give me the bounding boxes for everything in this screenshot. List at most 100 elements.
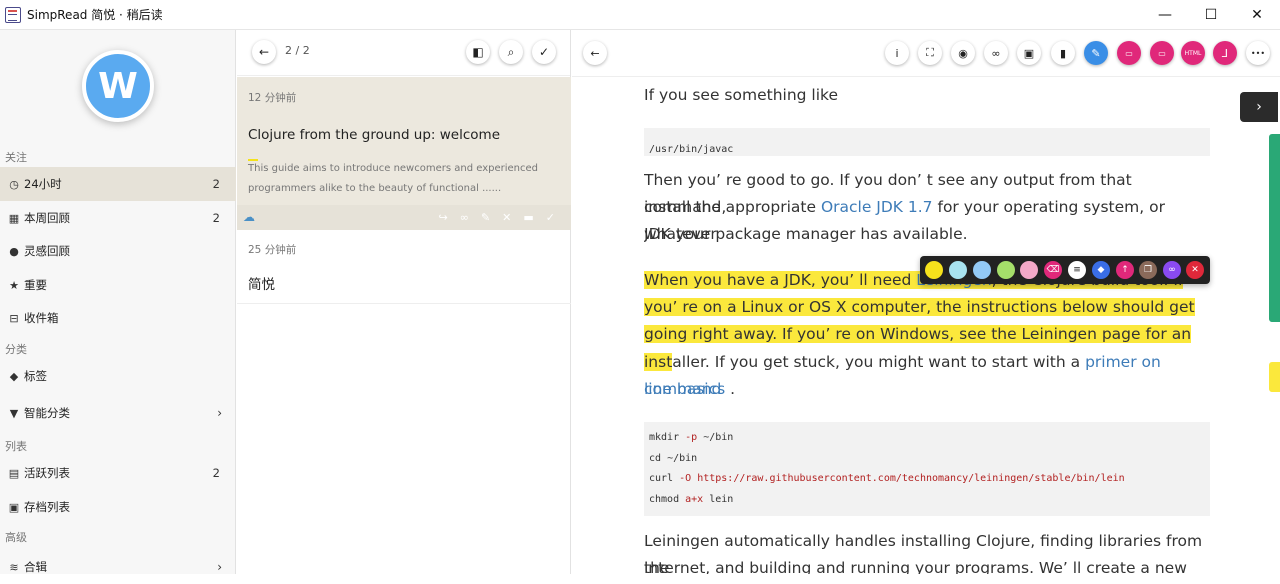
reader-back-icon[interactable]: ← xyxy=(583,41,607,65)
minimize-button[interactable]: — xyxy=(1142,0,1188,30)
article-card[interactable]: 25 分钟前 简悦 xyxy=(237,230,571,304)
window-controls: — ☐ ✕ xyxy=(1142,0,1280,30)
outline-indicator[interactable] xyxy=(1269,134,1280,322)
code-flag: -O xyxy=(679,473,692,484)
chevron-right-icon: › xyxy=(217,560,222,574)
link-icon[interactable]: ∞ xyxy=(984,41,1008,65)
code-snippet: /usr/bin/javac xyxy=(644,128,1210,156)
archive-icon[interactable]: ▬ xyxy=(523,211,533,224)
filter-icon: ▼ xyxy=(9,406,19,420)
code-arg: ~/bin xyxy=(661,452,698,464)
sidebar-item-24h[interactable]: ◷ 24小时 2 xyxy=(0,167,236,201)
pen-icon[interactable]: ✎ xyxy=(1084,41,1108,65)
back-arrow-icon[interactable]: ← xyxy=(252,40,276,64)
sidebar-item-label: 合辑 xyxy=(24,560,47,574)
inbox-icon: ⊟ xyxy=(9,311,19,325)
remove-highlight-icon[interactable]: ✕ xyxy=(1186,261,1204,279)
card-time: 12 分钟前 xyxy=(248,92,297,104)
sidebar-item-archive-list[interactable]: ▣ 存档列表 xyxy=(0,490,236,524)
link-icon[interactable]: ∞ xyxy=(460,211,469,224)
layers-icon: ≋ xyxy=(9,560,19,574)
pdf-icon[interactable]: ⅃ xyxy=(1213,41,1237,65)
check-icon[interactable]: ✓ xyxy=(546,211,555,224)
color-swatch-green[interactable] xyxy=(997,261,1015,279)
card-title[interactable]: Clojure from the ground up: welcome xyxy=(248,127,500,143)
sidebar-item-important[interactable]: ★ 重要 xyxy=(0,268,236,302)
text: install the appropriate xyxy=(644,198,821,216)
focus-icon[interactable]: ◉ xyxy=(951,41,975,65)
share-icon[interactable]: ↑ xyxy=(1116,261,1134,279)
command-line-primer-link[interactable]: line basics xyxy=(644,380,725,398)
share-icon[interactable]: ↪ xyxy=(439,211,448,224)
code-arg: lein xyxy=(703,493,734,505)
code-cmd: cd xyxy=(649,452,662,464)
color-swatch-yellow[interactable] xyxy=(925,261,943,279)
info-icon[interactable]: i xyxy=(885,41,909,65)
avatar[interactable]: W xyxy=(82,50,154,122)
section-label-list: 列表 xyxy=(5,440,27,453)
sidebar-item-label: 重要 xyxy=(24,278,47,292)
code-cmd: chmod xyxy=(649,493,680,505)
code-cmd: mkdir xyxy=(649,432,680,443)
article-content: If you see something like /usr/bin/javac… xyxy=(644,78,1210,574)
oracle-jdk-link[interactable]: Oracle JDK 1.7 xyxy=(821,198,933,216)
section-label-category: 分类 xyxy=(5,343,27,356)
code-arg: https://raw.githubusercontent.com/techno… xyxy=(691,473,1125,484)
color-swatch-pink[interactable] xyxy=(1020,261,1038,279)
color-swatch-cyan[interactable] xyxy=(949,261,967,279)
maximize-button[interactable]: ☐ xyxy=(1188,0,1234,30)
sidebar-item-inbox[interactable]: ⊟ 收件箱 xyxy=(0,301,236,335)
sidebar-item-label: 智能分类 xyxy=(24,406,70,420)
card-title[interactable]: 简悦 xyxy=(248,273,275,293)
calendar-icon: ▦ xyxy=(8,211,20,225)
sidebar-item-active-list[interactable]: ▤ 活跃列表 2 xyxy=(0,456,236,490)
window-title: SimpRead 简悦 · 稍后读 xyxy=(27,8,163,22)
copy-icon[interactable]: ❐ xyxy=(1139,261,1157,279)
eraser-icon[interactable]: ⌫ xyxy=(1044,261,1062,279)
sidebar-item-collections[interactable]: ≋ 合辑 › xyxy=(0,550,236,584)
highlighted-text: going right away. If you’ re on Windows,… xyxy=(644,325,1192,343)
fullscreen-icon[interactable]: ⛶ xyxy=(918,41,942,65)
card-time: 25 分钟前 xyxy=(248,244,297,256)
sidebar-item-label: 活跃列表 xyxy=(24,466,70,480)
text: aller. If you get stuck, you might want … xyxy=(672,353,1086,371)
sidebar-item-count: 2 xyxy=(212,211,220,225)
highlighted-text: When you have a JDK, you’ ll need xyxy=(644,271,917,289)
trash-icon[interactable]: ▮ xyxy=(1051,41,1075,65)
code-block: mkdir -p ~/bin cd ~/bin curl -O https://… xyxy=(644,422,1210,516)
archive-icon[interactable]: ▣ xyxy=(1017,41,1041,65)
star-icon: ★ xyxy=(9,278,19,292)
paragraph-line: internet, and building and running your … xyxy=(644,559,1187,574)
check-all-icon[interactable]: ✓ xyxy=(532,40,556,64)
html-icon[interactable]: HTML xyxy=(1181,41,1205,65)
sidebar-item-label: 收件箱 xyxy=(24,311,59,325)
sidebar-item-count: 2 xyxy=(212,177,220,191)
note-icon[interactable]: ≡ xyxy=(1068,261,1086,279)
sidebar-item-weekly-review[interactable]: ▦ 本周回顾 2 xyxy=(0,201,236,235)
link-icon[interactable]: ∞ xyxy=(1163,261,1181,279)
text: . xyxy=(725,380,736,398)
card-action-bar: ☁ ↪ ∞ ✎ ✕ ▬ ✓ xyxy=(237,205,571,230)
article-card-selected[interactable]: 12 分钟前 Clojure from the ground up: welco… xyxy=(237,77,571,230)
layout-toggle-icon[interactable]: ◧ xyxy=(466,40,490,64)
sidebar-item-count: 2 xyxy=(212,466,220,480)
tag-icon[interactable]: ◆ xyxy=(1092,261,1110,279)
edit-icon[interactable]: ✎ xyxy=(481,211,490,224)
highlight-toolbar: ⌫ ≡ ◆ ↑ ❐ ∞ ✕ xyxy=(920,256,1210,284)
expand-sidebar-tab[interactable]: › xyxy=(1240,92,1278,122)
sidebar-item-tags[interactable]: ◆ 标签 xyxy=(0,359,236,393)
tags-icon: ◆ xyxy=(9,369,19,383)
cloud-sync-icon[interactable]: ☁ xyxy=(243,210,255,224)
export-2-icon[interactable]: ▭ xyxy=(1150,41,1174,65)
color-swatch-blue[interactable] xyxy=(973,261,991,279)
search-icon[interactable]: ⌕ xyxy=(499,40,523,64)
close-window-button[interactable]: ✕ xyxy=(1234,0,1280,30)
code-flag: a+x xyxy=(685,493,704,505)
close-icon[interactable]: ✕ xyxy=(502,211,511,224)
sidebar-item-smart-category[interactable]: ▼ 智能分类 › xyxy=(0,396,236,430)
sidebar-item-inspiration[interactable]: ● 灵感回顾 xyxy=(0,234,236,268)
sidebar-item-label: 本周回顾 xyxy=(24,211,70,225)
more-icon[interactable]: ••• xyxy=(1246,41,1270,65)
annotation-indicator[interactable] xyxy=(1269,362,1280,392)
export-1-icon[interactable]: ▭ xyxy=(1117,41,1141,65)
